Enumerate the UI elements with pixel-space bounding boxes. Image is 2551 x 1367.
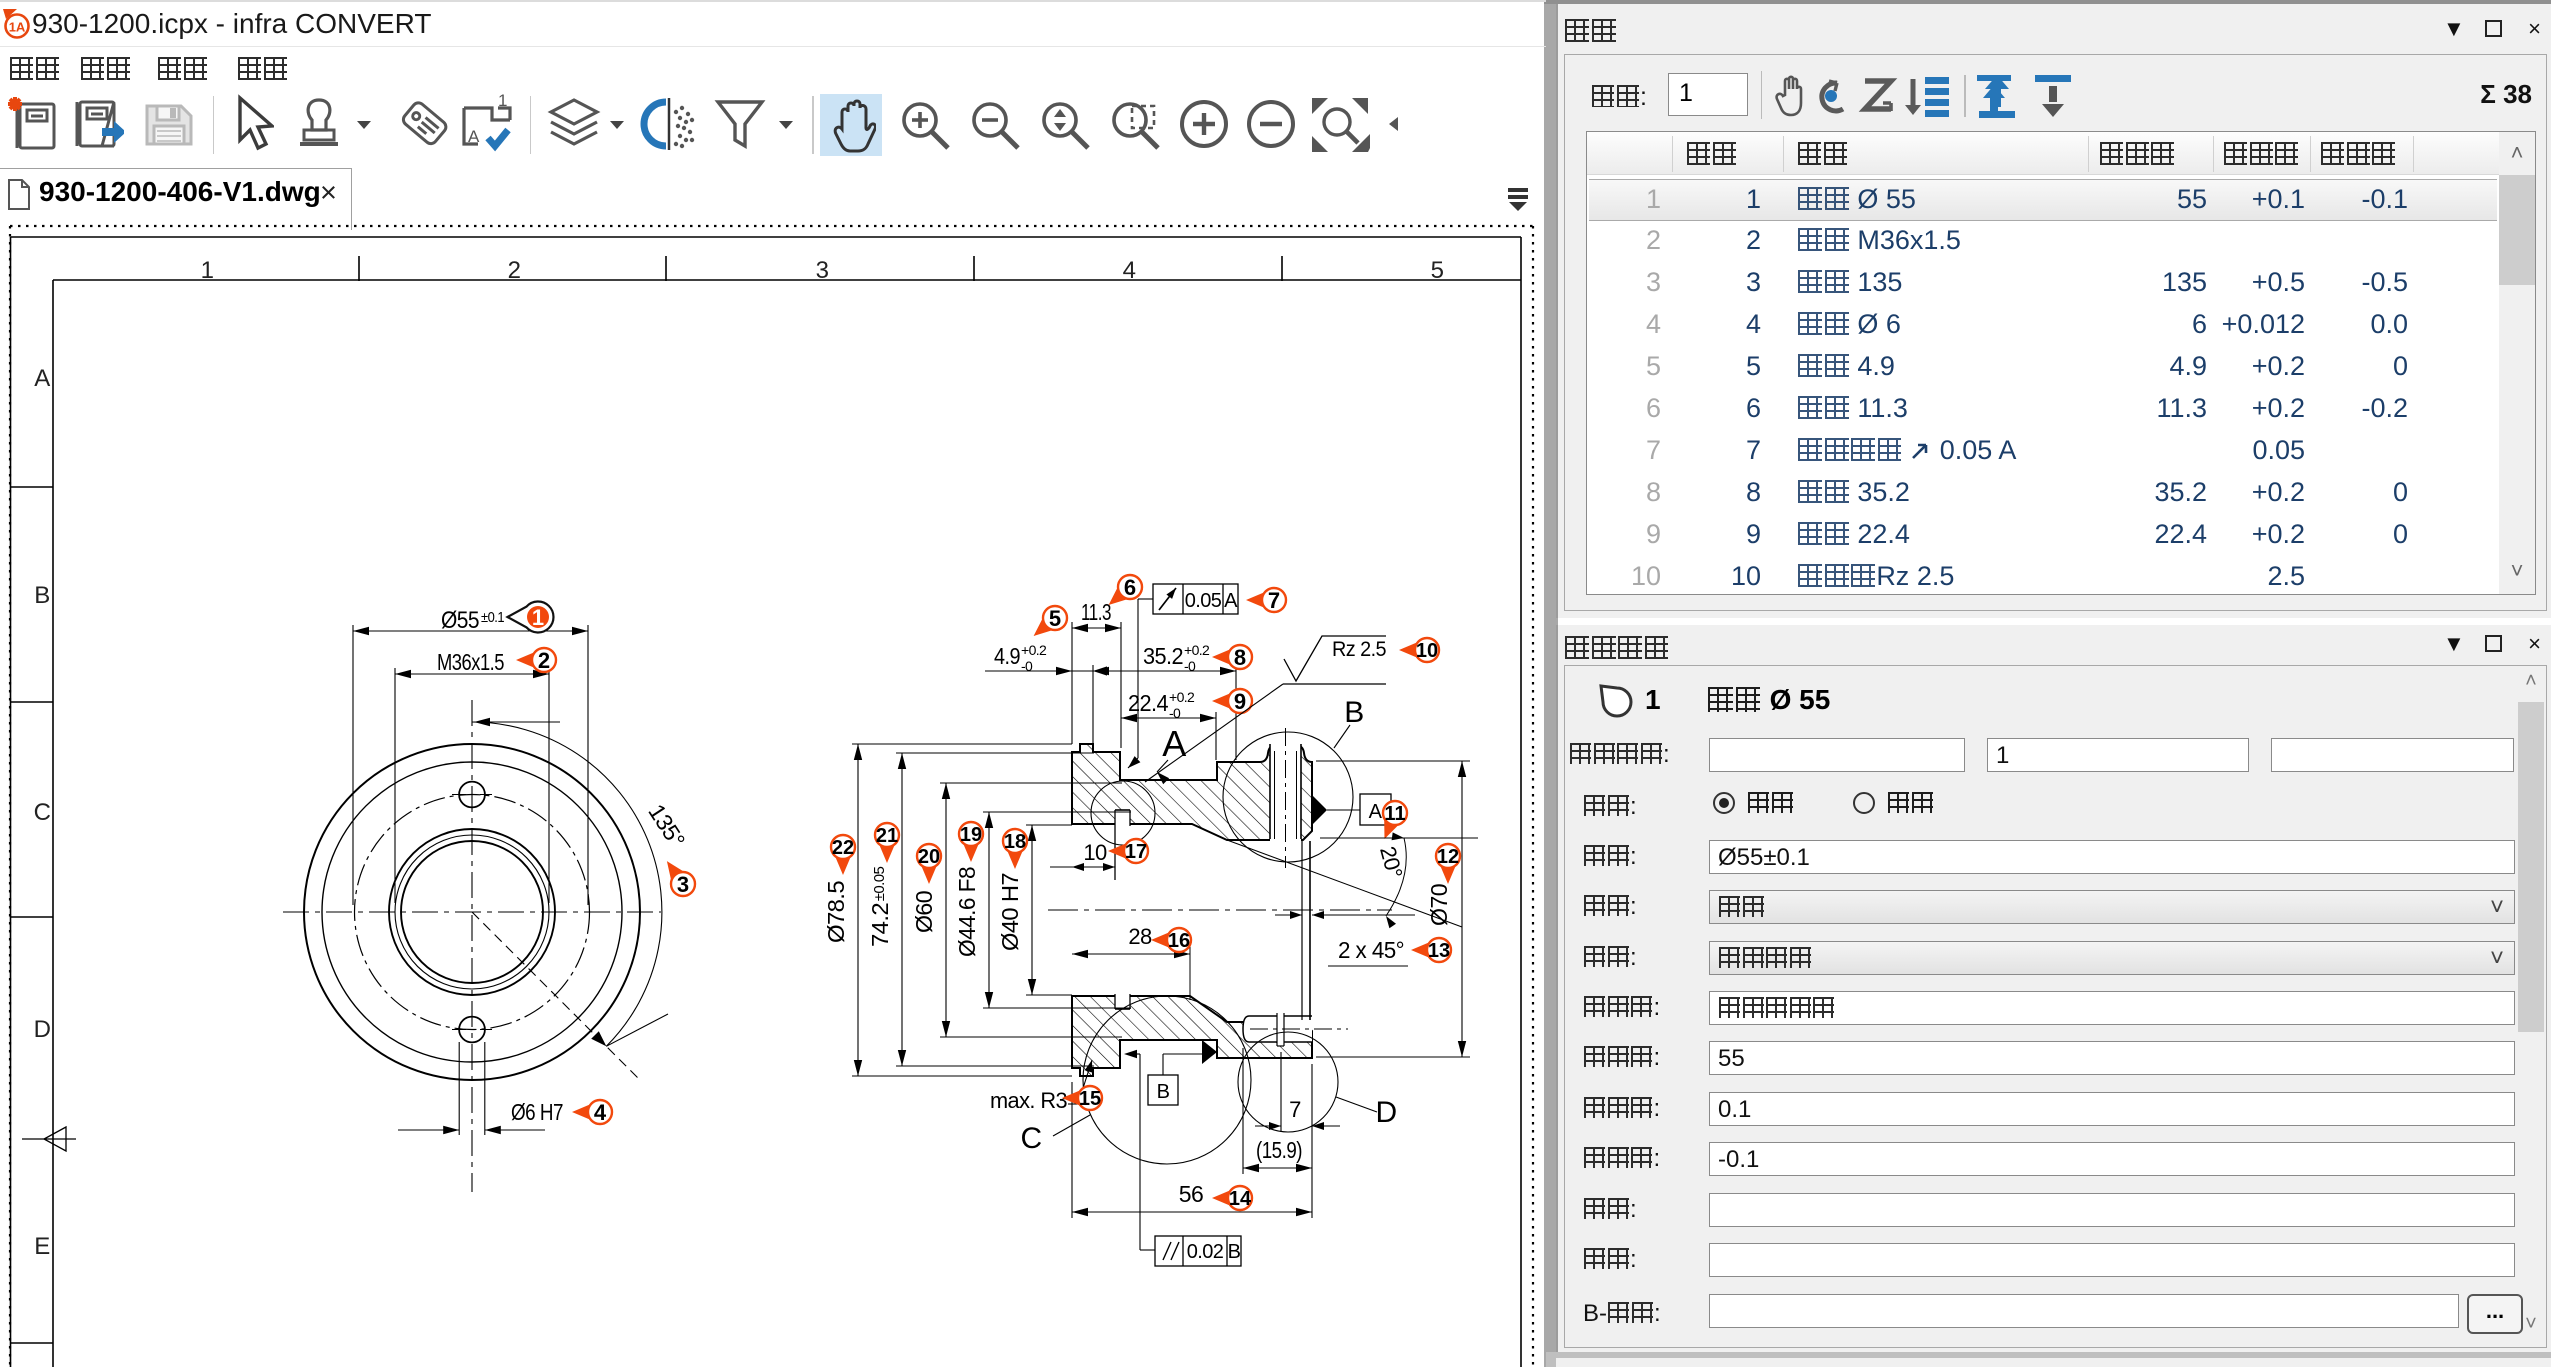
svg-text:18: 18: [1004, 831, 1026, 853]
svg-text:+0.2: +0.2: [1169, 689, 1195, 705]
svg-text:11.3: 11.3: [1081, 599, 1111, 625]
svg-text:B: B: [1228, 1241, 1241, 1263]
svg-text:2: 2: [538, 648, 550, 673]
svg-text:4: 4: [1123, 257, 1136, 284]
svg-text:B: B: [1344, 696, 1363, 729]
svg-text:7: 7: [1268, 588, 1280, 613]
svg-text:3: 3: [677, 872, 689, 897]
svg-text:11: 11: [1384, 803, 1405, 825]
svg-text:20: 20: [918, 846, 940, 868]
svg-text:(15.9): (15.9): [1256, 1137, 1302, 1163]
svg-text:20°: 20°: [1375, 844, 1407, 881]
svg-text:17: 17: [1125, 841, 1147, 863]
svg-text:Ø6 H7: Ø6 H7: [511, 1099, 563, 1125]
svg-text:28: 28: [1128, 924, 1152, 949]
svg-text:B: B: [1157, 1081, 1170, 1103]
svg-text:1: 1: [201, 257, 214, 284]
svg-text:15: 15: [1079, 1088, 1101, 1110]
svg-text:A: A: [1369, 801, 1383, 823]
svg-text:Ø55: Ø55: [441, 607, 479, 634]
svg-text:10: 10: [1083, 840, 1107, 865]
svg-text:2: 2: [508, 257, 521, 284]
svg-text:4.9: 4.9: [994, 643, 1020, 669]
svg-text:1: 1: [532, 605, 544, 630]
svg-text:±0.1: ±0.1: [481, 609, 504, 626]
svg-text:Ø70: Ø70: [1426, 884, 1452, 926]
svg-text:A: A: [1162, 723, 1186, 764]
svg-text:9: 9: [1234, 689, 1246, 714]
svg-text:2 x 45°: 2 x 45°: [1338, 937, 1404, 963]
svg-text:135°: 135°: [643, 799, 690, 852]
svg-text:22: 22: [832, 837, 854, 859]
svg-text:Ø60: Ø60: [911, 891, 937, 933]
svg-text:C: C: [34, 799, 51, 826]
svg-text:-0: -0: [1169, 705, 1181, 721]
svg-text:6: 6: [1124, 575, 1136, 600]
svg-text:A: A: [34, 365, 50, 392]
svg-text:max. R3: max. R3: [990, 1088, 1067, 1113]
svg-text:M36x1.5: M36x1.5: [437, 649, 504, 675]
svg-text:D: D: [34, 1016, 51, 1043]
svg-text:19: 19: [960, 824, 982, 846]
svg-text:+0.2: +0.2: [1021, 642, 1047, 658]
svg-text:21: 21: [876, 825, 898, 847]
svg-text:Ø78.5: Ø78.5: [823, 881, 849, 943]
svg-text:8: 8: [1234, 645, 1246, 670]
svg-text:Ø44.6 F8: Ø44.6 F8: [954, 867, 980, 957]
svg-text:16: 16: [1168, 930, 1190, 952]
svg-text:10: 10: [1416, 640, 1438, 662]
svg-text:56: 56: [1179, 1181, 1203, 1207]
svg-text:B: B: [34, 582, 49, 609]
svg-text:A: A: [1224, 590, 1238, 612]
svg-text:-0: -0: [1021, 658, 1033, 674]
svg-text:5: 5: [1431, 257, 1444, 284]
svg-text:+0.2: +0.2: [1184, 642, 1210, 658]
svg-text:D: D: [1375, 1096, 1396, 1129]
svg-text:35.2: 35.2: [1143, 643, 1183, 669]
svg-text:13: 13: [1428, 940, 1450, 962]
svg-text:Ø40 H7: Ø40 H7: [997, 873, 1023, 951]
svg-text:5: 5: [1049, 606, 1061, 631]
svg-text:0.05: 0.05: [1185, 590, 1222, 612]
svg-text:C: C: [1020, 1122, 1041, 1155]
svg-text:74.2: 74.2: [867, 903, 893, 947]
svg-text:12: 12: [1437, 846, 1459, 868]
svg-text:3: 3: [816, 257, 829, 284]
svg-text:Rz 2.5: Rz 2.5: [1332, 638, 1386, 661]
svg-text:7: 7: [1289, 1097, 1301, 1122]
svg-text:E: E: [34, 1233, 49, 1260]
svg-text:4: 4: [594, 1100, 607, 1125]
svg-text:±0.05: ±0.05: [871, 867, 888, 902]
svg-text:-0: -0: [1184, 658, 1196, 674]
svg-text:0.02: 0.02: [1187, 1241, 1224, 1263]
svg-text:14: 14: [1229, 1188, 1252, 1210]
svg-text:22.4: 22.4: [1128, 690, 1169, 716]
